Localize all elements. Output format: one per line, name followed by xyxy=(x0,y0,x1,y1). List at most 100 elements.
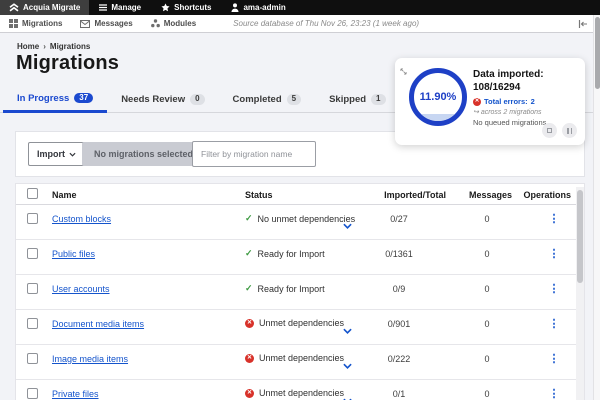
filter-migrations-input[interactable] xyxy=(192,141,316,167)
status-cell: ✓ Ready for Import xyxy=(245,248,325,259)
row-checkbox[interactable] xyxy=(27,213,38,224)
status-text: Ready for Import xyxy=(257,283,325,294)
star-icon xyxy=(161,3,170,12)
operations-menu-button[interactable]: ⋮ xyxy=(548,212,560,225)
across-migrations-note: ↪ across 2 migrations xyxy=(473,109,542,116)
collapse-card-icon[interactable] xyxy=(400,62,407,80)
status-icon: ✓ xyxy=(245,213,253,223)
status-text: Unmet dependencies xyxy=(259,353,345,363)
table-scrollbar[interactable] xyxy=(576,187,584,400)
row-checkbox[interactable] xyxy=(27,388,38,399)
column-header-status: Status xyxy=(245,190,273,200)
toolbar-item-migrations[interactable]: Migrations xyxy=(0,19,71,28)
import-dropdown-button[interactable]: Import xyxy=(28,142,85,166)
chevron-down-icon xyxy=(69,152,76,157)
tab-label: Skipped xyxy=(329,94,367,105)
status-icon: ✕ xyxy=(245,318,254,328)
messages-count: 0 xyxy=(484,214,490,224)
row-checkbox[interactable] xyxy=(27,248,38,259)
secondary-toolbar: Migrations Messages Modules Source datab… xyxy=(0,15,600,33)
column-header-operations: Operations xyxy=(523,190,571,200)
tab-count-badge: 5 xyxy=(286,94,302,105)
row-checkbox[interactable] xyxy=(27,283,38,294)
status-cell: ✕ Unmet dependencies xyxy=(245,353,344,363)
tab-label: In Progress xyxy=(17,92,70,104)
operations-menu-button[interactable]: ⋮ xyxy=(548,317,560,330)
expand-status-chevron-icon[interactable] xyxy=(343,391,352,400)
tab-count-badge: 37 xyxy=(74,92,94,104)
table-header-row: Name Status Imported/Total Messages Oper… xyxy=(16,184,584,205)
table-row: Custom blocks ✓ No unmet dependencies 0/… xyxy=(16,205,584,240)
tab-in-progress[interactable]: In Progress 37 xyxy=(3,86,108,113)
tab-skipped[interactable]: Skipped 1 xyxy=(315,86,399,113)
page-title: Migrations xyxy=(16,52,120,74)
table-scrollbar-thumb[interactable] xyxy=(577,190,583,283)
toolbar-item-modules[interactable]: Modules xyxy=(142,19,205,28)
breadcrumb-home-link[interactable]: Home xyxy=(17,42,39,51)
imported-total-value: 0/1361 xyxy=(385,249,413,259)
migration-name-link[interactable]: User accounts xyxy=(52,284,110,294)
acquia-migrate-brand[interactable]: Acquia Migrate xyxy=(0,0,90,15)
migrations-table: Name Status Imported/Total Messages Oper… xyxy=(15,183,585,400)
brand-label: Acquia Migrate xyxy=(23,3,81,12)
tab-label: Completed xyxy=(232,94,282,105)
imported-total-value: 0/9 xyxy=(392,284,406,294)
status-icon: ✓ xyxy=(245,283,253,293)
acquia-migrate-app: Acquia Migrate Manage Shortcuts ama-admi… xyxy=(0,0,600,400)
stop-icon xyxy=(547,128,552,133)
table-row: Document media items ✕ Unmet dependencie… xyxy=(16,310,584,345)
toolbar-item-messages[interactable]: Messages xyxy=(71,19,141,28)
collapse-toolbar-icon[interactable] xyxy=(578,19,588,28)
progress-ring-fill xyxy=(414,114,462,121)
expand-status-chevron-icon[interactable] xyxy=(343,321,352,339)
imported-total-value: 0/1 xyxy=(392,389,406,399)
data-imported-value: 108/16294 xyxy=(473,82,521,93)
breadcrumb-separator: › xyxy=(43,42,46,51)
select-all-checkbox[interactable] xyxy=(27,188,38,199)
operations-menu-button[interactable]: ⋮ xyxy=(548,352,560,365)
pause-icon xyxy=(567,127,572,134)
status-text: No unmet dependencies xyxy=(257,213,356,224)
messages-count: 0 xyxy=(484,354,490,364)
migration-name-link[interactable]: Public files xyxy=(52,249,95,259)
tab-completed[interactable]: Completed 5 xyxy=(219,86,316,113)
page-scrollbar-thumb[interactable] xyxy=(595,17,600,89)
tab-needs-review[interactable]: Needs Review 0 xyxy=(107,86,218,113)
operations-menu-button[interactable]: ⋮ xyxy=(548,282,560,295)
row-checkbox[interactable] xyxy=(27,318,38,329)
migration-name-link[interactable]: Image media items xyxy=(52,354,128,364)
row-checkbox[interactable] xyxy=(27,353,38,364)
envelope-icon xyxy=(80,19,91,28)
column-header-messages: Messages xyxy=(469,190,513,200)
tab-count-badge: 1 xyxy=(371,94,386,105)
import-control-buttons xyxy=(542,123,577,138)
selection-status-button[interactable]: No migrations selected xyxy=(82,142,206,166)
operations-menu-button[interactable]: ⋮ xyxy=(548,387,560,400)
user-icon xyxy=(231,3,239,12)
migration-name-link[interactable]: Custom blocks xyxy=(52,214,111,224)
status-cell: ✕ Unmet dependencies xyxy=(245,388,344,398)
status-icon: ✕ xyxy=(245,388,254,398)
messages-count: 0 xyxy=(484,319,490,329)
user-menu-item[interactable]: ama-admin xyxy=(221,0,295,15)
stop-import-button[interactable] xyxy=(542,123,557,138)
expand-status-chevron-icon[interactable] xyxy=(343,216,352,234)
status-text: Unmet dependencies xyxy=(259,318,345,328)
total-errors-link[interactable]: ✕ Total errors: 2 xyxy=(473,97,579,106)
breadcrumb: Home › Migrations xyxy=(17,42,90,51)
page-scrollbar[interactable] xyxy=(593,15,600,400)
status-cell: ✓ Ready for Import xyxy=(245,283,325,294)
breadcrumb-current: Migrations xyxy=(49,42,91,51)
migration-name-link[interactable]: Private files xyxy=(52,389,99,399)
migration-name-link[interactable]: Document media items xyxy=(52,319,144,329)
progress-card-info: Data imported: 108/16294 ✕ Total errors:… xyxy=(473,68,579,127)
shortcuts-menu-item[interactable]: Shortcuts xyxy=(151,0,221,15)
manage-menu-item[interactable]: Manage xyxy=(89,0,151,15)
status-icon: ✓ xyxy=(245,248,253,258)
status-text: Ready for Import xyxy=(257,248,325,259)
table-row: User accounts ✓ Ready for Import 0/9 0 ⋮ xyxy=(16,275,584,310)
operations-menu-button[interactable]: ⋮ xyxy=(548,247,560,260)
pause-import-button[interactable] xyxy=(562,123,577,138)
expand-status-chevron-icon[interactable] xyxy=(343,356,352,374)
total-errors-count: 2 xyxy=(530,97,535,106)
